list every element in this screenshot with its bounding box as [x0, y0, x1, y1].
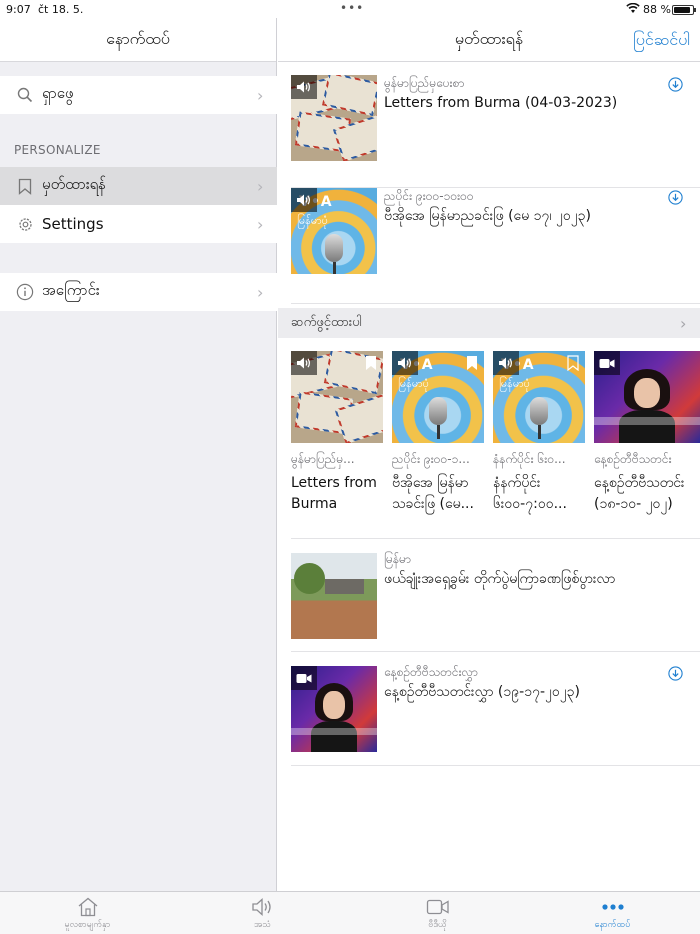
battery-icon — [672, 5, 696, 15]
chevron-right-icon: › — [257, 85, 264, 105]
info-icon — [15, 283, 35, 301]
item-title: ဗီအိုအေ မြန်မာ သခင်းဖြ (မေ... — [392, 475, 474, 512]
tab-audio[interactable]: အသံ — [175, 892, 350, 934]
chevron-right-icon: › — [680, 313, 687, 333]
item-title: ဖယ်ချုံးအရှေ့ခွမ်း တိုက်ပွဲမကြာခဏဖြစ်ပွာ… — [384, 571, 616, 587]
battery-percent: 88 % — [643, 3, 671, 16]
sidebar-item-label: မှတ်ထားရန် — [42, 175, 107, 193]
status-bar: 9:07 čt 18. 5. ••• 88 % — [0, 0, 700, 18]
download-icon[interactable] — [668, 666, 683, 685]
thumbnail-news — [291, 666, 377, 752]
page-title: မှတ်ထားရန် — [454, 28, 524, 48]
carousel-tile[interactable]: V•A မြန်မာပုံ ညပိုင်း ၉း၀၀-၁... ဗီအိုအေ … — [392, 351, 484, 515]
bookmark-filled-icon[interactable] — [365, 355, 377, 375]
thumbnail-letters — [291, 351, 383, 443]
status-time: 9:07 — [6, 3, 31, 16]
search-icon — [15, 87, 35, 103]
sidebar-item-about[interactable]: အကြောင်း › — [0, 273, 277, 311]
tab-label: အသံ — [254, 920, 271, 930]
tab-bar: မူလစာမျက်နှာ အသံ ဗီဒီယို နောက်ထပ် — [0, 891, 700, 934]
chevron-right-icon: › — [257, 214, 264, 234]
chevron-right-icon: › — [257, 282, 264, 302]
thumbnail-voa: V•A မြန်မာပုံ — [493, 351, 585, 443]
tab-label: မူလစာမျက်နှာ — [64, 920, 111, 930]
item-category: နေ့စဉ်တီဗီသတင်း — [594, 452, 672, 466]
sidebar-item-bookmarks[interactable]: မှတ်ထားရန် › — [0, 167, 277, 205]
saved-item[interactable]: မွန်မာပြည်မှပေးစာ Letters from Burma (04… — [291, 75, 700, 188]
tab-home[interactable]: မူလစာမျက်နှာ — [0, 892, 175, 934]
saved-item[interactable]: မြန်မာ ဖယ်ချုံးအရှေ့ခွမ်း တိုက်ပွဲမကြာခဏ… — [291, 538, 700, 652]
speaker-icon — [251, 896, 275, 918]
item-title: Letters from Burma (04-... — [291, 475, 377, 512]
continue-watching-header[interactable]: ဆက်ဖွင့်ထားပါ › — [278, 308, 700, 338]
item-title: နေ့စဉ်တီဗီသတင်း (၁၈-၁၀- ၂၀၂) — [594, 475, 685, 512]
bookmark-filled-icon[interactable] — [466, 355, 478, 375]
main-panel: မှတ်ထားရန် ပြင်ဆင်ပါ မွန်မာပြည်မှပေးစာ L… — [278, 18, 700, 891]
main-header: မှတ်ထားရန် ပြင်ဆင်ပါ — [278, 18, 700, 62]
sidebar-item-search[interactable]: ရှာဖွေ › — [0, 76, 277, 114]
video-badge-icon — [291, 666, 317, 690]
thumbnail-voa: V•A မြန်မာပုံ — [291, 188, 377, 274]
item-title: ဗီအိုအေ မြန်မာညခင်းဖြ (မေ ၁၇၊ ၂၀၂၃) — [384, 208, 591, 224]
sidebar-item-label: ရှာဖွေ — [42, 84, 74, 102]
thumbnail-voa: V•A မြန်မာပုံ — [392, 351, 484, 443]
bookmark-outline-icon[interactable] — [567, 355, 579, 375]
audio-badge-icon — [291, 75, 317, 99]
item-category: ညပိုင်း ၉း၀၀-၁၀း၀၀ — [384, 189, 474, 203]
home-icon — [77, 896, 99, 918]
sidebar-item-settings[interactable]: Settings › — [0, 205, 277, 243]
thumbnail-village — [291, 553, 377, 639]
sidebar-item-label: အကြောင်း — [42, 281, 100, 299]
carousel-tile[interactable]: နေ့စဉ်တီဗီသတင်း နေ့စဉ်တီဗီသတင်း (၁၈-၁၀- … — [594, 351, 700, 515]
download-icon[interactable] — [668, 77, 683, 96]
thumbnail-news — [594, 351, 700, 443]
item-category: မြန်မာ — [384, 552, 411, 566]
carousel-tile[interactable]: မွန်မာပြည်မှ... Letters from Burma (04-.… — [291, 351, 383, 515]
sidebar-item-label: Settings — [42, 215, 104, 233]
saved-item[interactable]: နေ့စဉ်တီဗီသတင်းလွှာ နေ့စဉ်တီဗီသတင်းလွှာ … — [291, 652, 700, 766]
bookmark-icon — [15, 178, 35, 195]
item-title: နံနက်ပိုင်း ၆း၀၀-၇:၀၀... — [493, 475, 567, 512]
sidebar-title: နောက်ထပ် — [0, 18, 276, 62]
wifi-icon — [626, 2, 640, 17]
item-category: မွန်မာပြည်မှ... — [291, 452, 355, 466]
download-icon[interactable] — [668, 190, 683, 209]
tab-label: နောက်ထပ် — [594, 920, 631, 930]
carousel-tile[interactable]: V•A မြန်မာပုံ နံနက်ပိုင်း ၆း၀... နံနက်ပိ… — [493, 351, 585, 515]
item-category: မွန်မာပြည်မှပေးစာ — [384, 76, 465, 90]
saved-item[interactable]: V•A မြန်မာပုံ ညပိုင်း ၉း၀၀-၁၀း၀၀ ဗီအိုအေ… — [291, 188, 700, 304]
item-category: နေ့စဉ်တီဗီသတင်းလွှာ — [384, 665, 478, 679]
continue-label: ဆက်ဖွင့်ထားပါ — [291, 314, 362, 330]
audio-badge-icon — [392, 351, 418, 375]
section-label-personalize: PERSONALIZE — [14, 143, 101, 157]
audio-badge-icon — [291, 351, 317, 375]
continue-carousel[interactable]: မွန်မာပြည်မှ... Letters from Burma (04-.… — [291, 351, 700, 538]
status-date: čt 18. 5. — [38, 3, 84, 16]
item-category: နံနက်ပိုင်း ၆း၀... — [493, 452, 566, 466]
item-title: Letters from Burma (04-03-2023) — [384, 95, 618, 111]
item-category: ညပိုင်း ၉း၀၀-၁... — [392, 452, 470, 466]
chevron-right-icon: › — [257, 176, 264, 196]
tab-more[interactable]: နောက်ထပ် — [525, 892, 700, 934]
sidebar: နောက်ထပ် ရှာဖွေ › PERSONALIZE မှတ်ထားရန်… — [0, 18, 277, 891]
edit-button[interactable]: ပြင်ဆင်ပါ — [633, 29, 690, 53]
multitasking-dots-icon[interactable]: ••• — [340, 1, 364, 15]
video-icon — [426, 896, 450, 918]
gear-icon — [15, 216, 35, 233]
tab-video[interactable]: ဗီဒီယို — [350, 892, 525, 934]
tab-label: ဗီဒီယို — [428, 920, 447, 930]
item-title: နေ့စဉ်တီဗီသတင်းလွှာ (၁၉-၁၇-၂၀၂၃) — [384, 684, 580, 700]
audio-badge-icon — [291, 188, 317, 212]
video-badge-icon — [594, 351, 620, 375]
audio-badge-icon — [493, 351, 519, 375]
thumbnail-letters — [291, 75, 377, 161]
more-dots-icon — [601, 896, 625, 918]
